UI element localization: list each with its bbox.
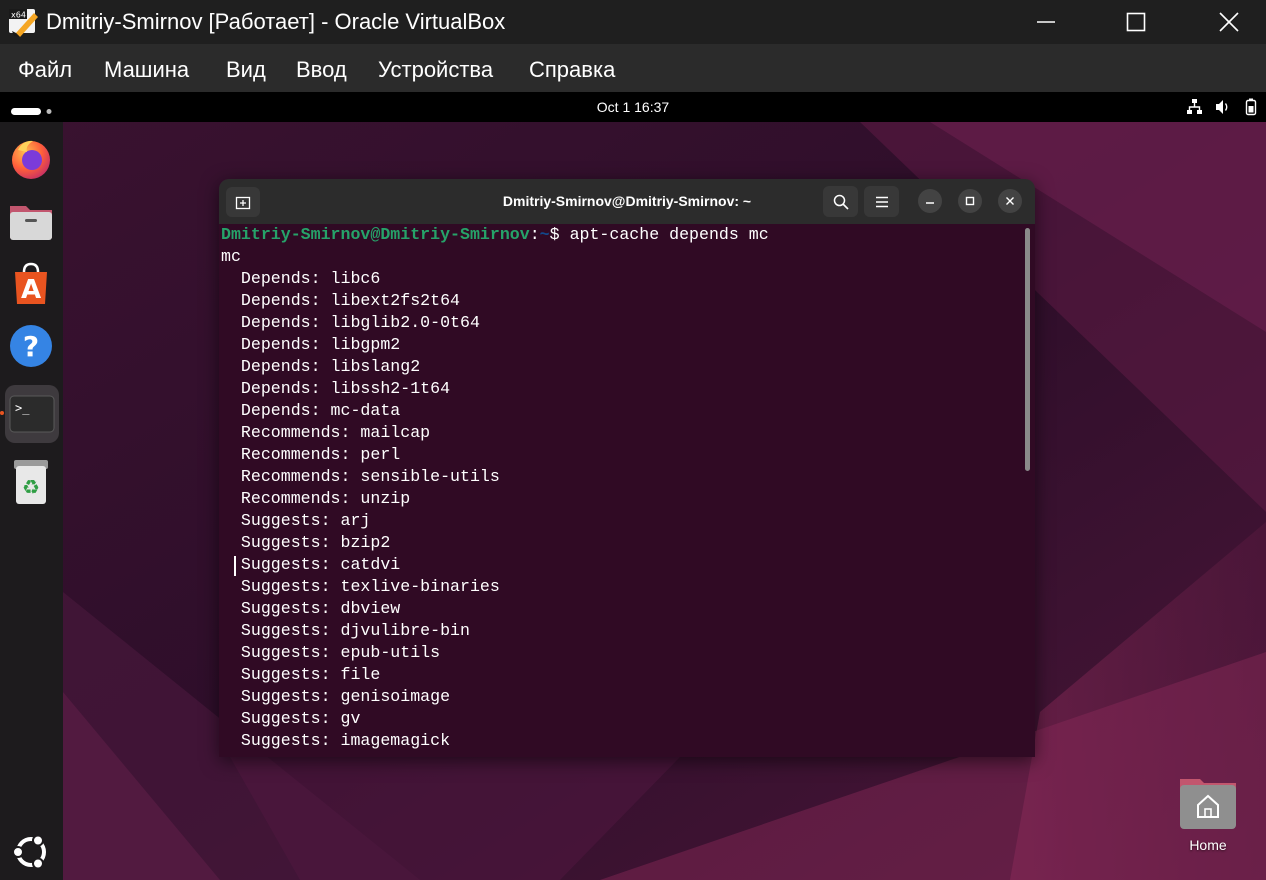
prompt-symbol: $ [549, 225, 570, 244]
minimize-icon [926, 202, 934, 204]
terminal-icon: >_ [9, 395, 55, 433]
text-cursor [234, 556, 236, 576]
dock-files[interactable] [5, 194, 57, 246]
output-line: Depends: mc-data [221, 401, 401, 420]
firefox-icon [12, 140, 50, 179]
hamburger-menu-button[interactable] [864, 186, 899, 217]
help-icon: ? [10, 325, 52, 367]
files-icon [10, 206, 52, 240]
terminal-output[interactable]: Dmitriy-Smirnov@Dmitriy-Smirnov:~$ apt-c… [219, 224, 1035, 757]
ubuntu-dock: A ? >_ ♻ [0, 122, 63, 880]
trash-icon: ♻ [14, 460, 48, 504]
output-line: Recommends: mailcap [221, 423, 431, 442]
search-icon [833, 194, 849, 210]
close-icon [1219, 12, 1239, 32]
terminal-minimize-button[interactable] [918, 189, 942, 213]
gnome-top-bar: Oct 1 16:37 [0, 92, 1266, 122]
minimize-icon [1037, 21, 1055, 23]
terminal-title: Dmitriy-Smirnov@Dmitriy-Smirnov: ~ [502, 193, 752, 209]
prompt-line: Dmitriy-Smirnov@Dmitriy-Smirnov:~$ apt-c… [221, 224, 769, 246]
dock-app-center[interactable]: A [5, 258, 57, 310]
system-tray[interactable] [1186, 98, 1260, 116]
menu-view[interactable]: Вид [226, 57, 266, 83]
dock-trash[interactable]: ♻ [5, 456, 57, 508]
network-icon [1187, 99, 1202, 114]
search-button[interactable] [823, 186, 858, 217]
dock-help[interactable]: ? [5, 320, 57, 372]
output-line: Suggests: texlive-binaries [221, 577, 500, 596]
output-line: Suggests: imagemagick [221, 731, 451, 750]
output-line: Suggests: gv [221, 709, 361, 728]
vbox-titlebar: x64 Dmitriy-Smirnov [Работает] - Oracle … [0, 0, 1266, 44]
volume-icon [1216, 100, 1228, 114]
output-line: mc [221, 247, 241, 266]
x64-badge: x64 [11, 11, 26, 20]
terminal-close-button[interactable] [998, 189, 1022, 213]
output-line: Suggests: arj [221, 511, 371, 530]
output-line: Suggests: dbview [221, 599, 401, 618]
menu-input[interactable]: Ввод [296, 57, 347, 83]
prompt-path: ~ [539, 225, 550, 244]
output-line: Depends: libssh2-1t64 [221, 379, 451, 398]
output-line: Suggests: epub-utils [221, 643, 441, 662]
terminal-maximize-button[interactable] [958, 189, 982, 213]
output-line: Depends: libext2fs2t64 [221, 291, 460, 310]
output-line: Suggests: bzip2 [221, 533, 391, 552]
output-line: Suggests: catdvi [221, 555, 401, 574]
close-icon [1006, 197, 1014, 205]
output-line: Recommends: unzip [221, 489, 411, 508]
terminal-scrollbar[interactable] [1025, 228, 1030, 471]
output-line: Suggests: file [221, 665, 381, 684]
menu-devices[interactable]: Устройства [378, 57, 493, 83]
output-line: Depends: libgpm2 [221, 335, 401, 354]
maximize-icon [965, 196, 975, 206]
maximize-button[interactable] [1113, 0, 1159, 44]
dock-show-apps[interactable] [5, 826, 57, 878]
virtualbox-app-icon: x64 [8, 7, 40, 37]
output-line: Recommends: perl [221, 445, 401, 464]
dock-terminal[interactable]: >_ [5, 385, 59, 443]
close-window-button[interactable] [1206, 0, 1252, 44]
command-text: apt-cache depends mc [569, 225, 769, 244]
output-line: Depends: libc6 [221, 269, 381, 288]
terminal-headerbar[interactable]: Dmitriy-Smirnov@Dmitriy-Smirnov: ~ [219, 179, 1035, 224]
prompt-user: Dmitriy-Smirnov@Dmitriy-Smirnov [221, 225, 530, 244]
menu-machine[interactable]: Машина [104, 57, 189, 83]
running-app-indicator [0, 411, 4, 415]
battery-icon [1245, 98, 1257, 116]
output-line: Recommends: sensible-utils [221, 467, 500, 486]
window-title: Dmitriy-Smirnov [Работает] - Oracle Virt… [46, 9, 506, 34]
clock[interactable]: Oct 1 16:37 [0, 99, 1266, 115]
ubuntu-logo-icon [12, 834, 46, 870]
home-folder-label[interactable]: Home [1168, 837, 1248, 853]
home-folder-icon[interactable] [1176, 775, 1240, 831]
menu-file[interactable]: Файл [18, 57, 72, 83]
menu-help[interactable]: Справка [529, 57, 615, 83]
output-line: Depends: libslang2 [221, 357, 421, 376]
minimize-button[interactable] [1023, 0, 1069, 44]
guest-screen: Oct 1 16:37 A ? >_ ♻ Dmitriy-Smirnov@Dmi… [0, 92, 1266, 880]
output-line: Depends: libglib2.0-0t64 [221, 313, 480, 332]
svg-text:♻: ♻ [22, 475, 40, 499]
app-center-icon: A [15, 262, 47, 305]
output-line: Suggests: djvulibre-bin [221, 621, 470, 640]
dock-firefox[interactable] [5, 132, 57, 184]
svg-text:?: ? [23, 330, 39, 363]
svg-text:>_: >_ [15, 401, 30, 415]
output-line: Suggests: genisoimage [221, 687, 451, 706]
terminal-window[interactable]: Dmitriy-Smirnov@Dmitriy-Smirnov: ~ Dmitr… [219, 179, 1035, 757]
svg-text:A: A [21, 275, 41, 305]
vbox-menubar: Файл Машина Вид Ввод Устройства Справка [0, 44, 1266, 92]
maximize-icon [1126, 12, 1146, 32]
prompt-separator: : [529, 225, 540, 244]
hamburger-icon [875, 196, 888, 207]
